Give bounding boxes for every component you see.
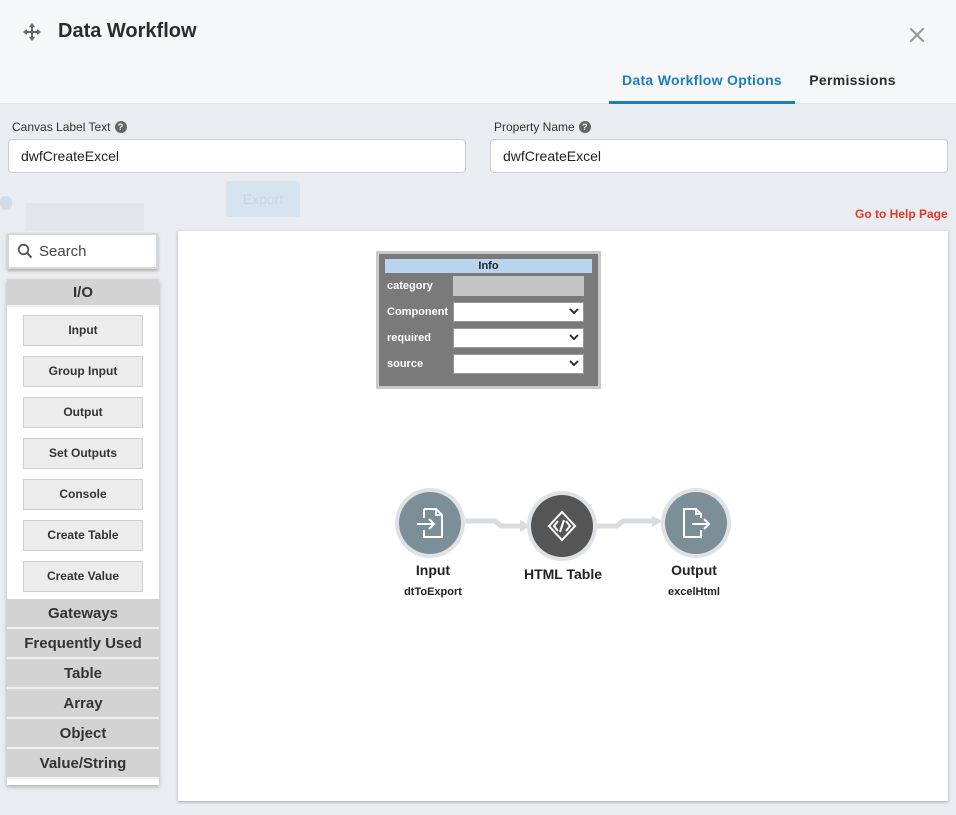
search-input[interactable]: Search: [7, 233, 158, 269]
palette-item-create-value[interactable]: Create Value: [23, 561, 143, 592]
category-io[interactable]: I/O: [7, 279, 159, 307]
node-palette: Search I/O Input Group Input Output Set …: [7, 233, 159, 785]
palette-item-input[interactable]: Input: [23, 315, 143, 346]
palette-item-output[interactable]: Output: [23, 397, 143, 428]
dialog-header: Data Workflow Data Workflow Options Perm…: [0, 0, 956, 104]
node-html-table[interactable]: [527, 491, 597, 561]
component-select[interactable]: [453, 302, 584, 322]
background-export-button: Export: [226, 181, 300, 217]
category-value: [453, 276, 584, 296]
dialog-title: Data Workflow: [58, 20, 197, 42]
move-icon[interactable]: [22, 22, 42, 42]
canvas-label-input[interactable]: dwfCreateExcel: [8, 139, 466, 173]
help-page-link[interactable]: Go to Help Page: [855, 207, 948, 221]
info-panel: Info category Component required source: [376, 251, 601, 389]
connector-input-html: [465, 518, 531, 532]
info-row-category: category: [385, 273, 592, 299]
code-icon: [547, 510, 577, 542]
info-key: required: [387, 332, 432, 344]
chevron-down-icon: [569, 334, 579, 341]
info-row-source: source: [385, 351, 592, 377]
required-select[interactable]: [453, 328, 584, 348]
category-gateways[interactable]: Gateways: [7, 599, 159, 629]
search-icon: [17, 243, 33, 259]
category-array[interactable]: Array: [7, 689, 159, 719]
node-output-label: Output: [671, 562, 717, 578]
close-icon[interactable]: [906, 24, 928, 46]
chevron-down-icon: [569, 308, 579, 315]
property-name-input[interactable]: dwfCreateExcel: [490, 139, 948, 173]
io-list: Input Group Input Output Set Outputs Con…: [7, 307, 159, 599]
node-html-table-label: HTML Table: [523, 566, 603, 582]
category-frequently-used[interactable]: Frequently Used: [7, 629, 159, 659]
palette-item-console[interactable]: Console: [23, 479, 143, 510]
category-table[interactable]: Table: [7, 659, 159, 689]
background-ghost: [0, 196, 12, 210]
palette-item-group-input[interactable]: Group Input: [23, 356, 143, 387]
property-name-label: Property Name ?: [494, 120, 591, 134]
background-ghost: [26, 203, 144, 231]
node-input-label: Input: [415, 562, 451, 578]
info-row-required: required: [385, 325, 592, 351]
file-import-icon: [417, 508, 443, 538]
node-input[interactable]: [395, 488, 465, 558]
canvas-label-label: Canvas Label Text ?: [12, 120, 127, 134]
info-key: source: [387, 358, 424, 370]
category-object[interactable]: Object: [7, 719, 159, 749]
chevron-down-icon: [569, 360, 579, 367]
node-output[interactable]: [661, 488, 731, 558]
help-icon[interactable]: ?: [578, 121, 591, 133]
tab-permissions[interactable]: Permissions: [800, 72, 905, 88]
palette-item-create-table[interactable]: Create Table: [23, 520, 143, 551]
info-title: Info: [385, 259, 592, 273]
file-export-icon: [683, 508, 711, 538]
category-value-string[interactable]: Value/String: [7, 749, 159, 779]
palette-item-set-outputs[interactable]: Set Outputs: [23, 438, 143, 469]
connector-html-output: [597, 516, 663, 529]
source-select[interactable]: [453, 354, 584, 374]
node-input-sublabel: dtToExport: [404, 586, 462, 598]
info-key: Component: [387, 306, 449, 318]
node-output-sublabel: excelHtml: [668, 586, 720, 598]
search-placeholder: Search: [39, 242, 87, 260]
palette-body: I/O Input Group Input Output Set Outputs…: [7, 279, 159, 785]
info-row-component: Component: [385, 299, 592, 325]
info-key: category: [387, 280, 433, 292]
help-icon[interactable]: ?: [114, 121, 127, 133]
tab-data-workflow-options[interactable]: Data Workflow Options: [609, 72, 795, 104]
